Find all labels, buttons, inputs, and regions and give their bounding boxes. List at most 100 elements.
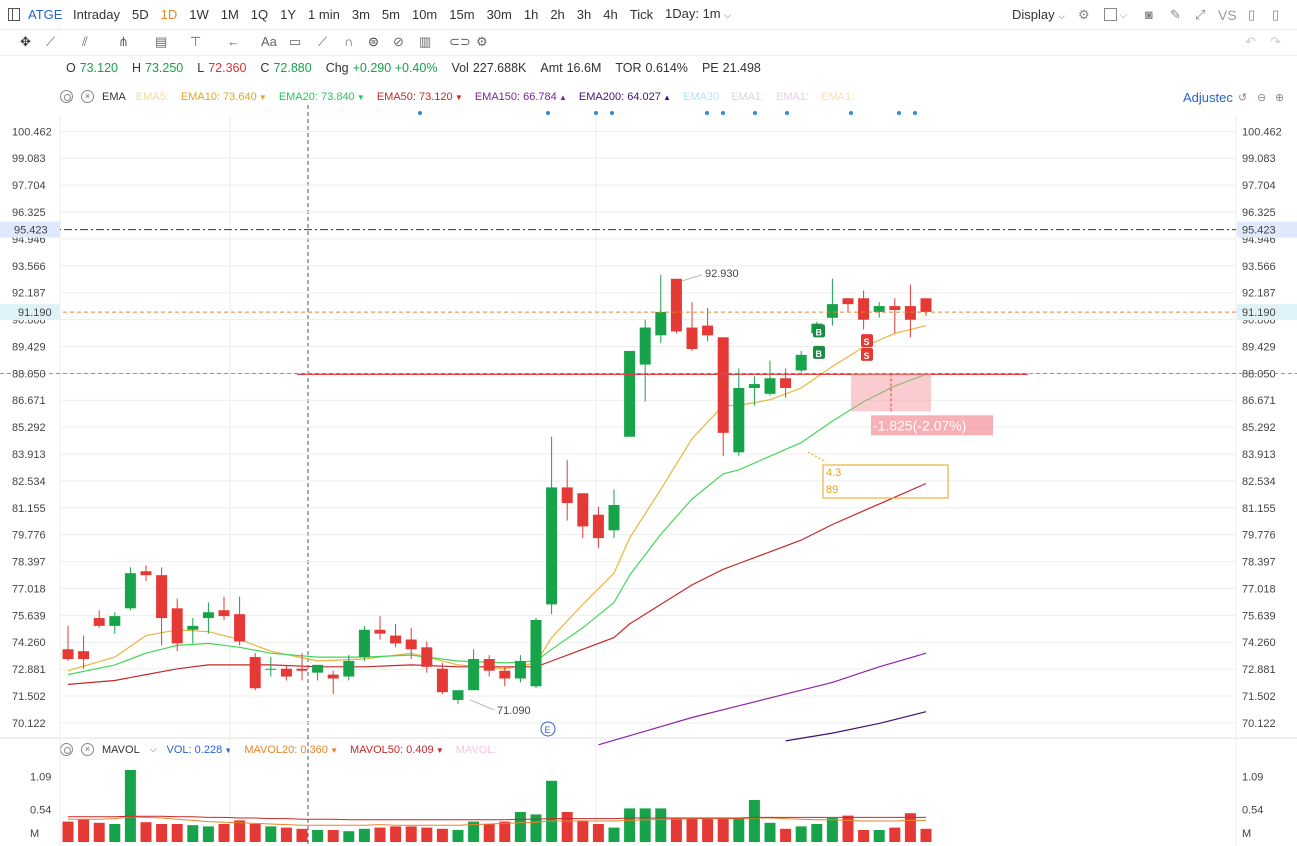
y-tick-label-left: 96.325 [12,207,46,219]
y-tick-label-right: 99.083 [1242,153,1276,165]
volume-bar [171,824,183,842]
volume-bar [530,814,542,842]
volume-bar [390,826,402,842]
volume-bar [670,818,682,842]
volume-bar [109,824,121,842]
y-tick-label-right: 85.292 [1242,422,1276,434]
volume-tick-label-left: 0.54 [30,805,51,817]
candle-body [312,664,324,673]
y-tick-label-right: 70.122 [1242,718,1276,730]
candle-body [670,278,682,332]
price-alert-label-left: 95.423 [14,225,48,237]
event-dot [610,111,614,115]
volume-bar [452,830,464,842]
volume-bar [842,815,854,842]
y-tick-label-right: 93.566 [1242,261,1276,273]
volume-bar [795,826,807,842]
candle-body [202,612,214,619]
candle-body [62,649,74,660]
y-tick-label-right: 77.018 [1242,583,1276,595]
candle-body [858,298,870,320]
candle-body [327,674,339,679]
info-box [822,464,949,499]
volume-bar [124,770,136,842]
candle-body [499,670,511,679]
y-tick-label-left: 83.913 [12,449,46,461]
y-tick-label-right: 74.260 [1242,637,1276,649]
volume-bar [483,824,495,842]
volume-bar [702,818,714,842]
volume-bar [312,830,324,842]
candle-body [343,660,355,677]
candle-body [842,298,854,305]
y-tick-label-right: 97.704 [1242,180,1276,192]
candle-body [421,647,433,667]
price-chart[interactable]: 100.462 100.462 99.083 99.083 97.704 97.704 96… [0,0,1297,846]
volume-bars [62,770,932,842]
candle-body [686,327,698,349]
volume-bar [639,808,651,842]
volume-bar [265,826,277,842]
mavol20-line [68,816,926,826]
volume-bar [436,828,448,842]
volume-bar [748,800,760,842]
event-dot [705,111,709,115]
y-tick-label-left: 75.639 [12,610,46,622]
candle-body [639,327,651,365]
candle-body [93,618,105,626]
y-tick-label-left: 78.397 [12,557,46,569]
y-tick-label-right: 79.776 [1242,530,1276,542]
y-tick-label-left: 70.122 [12,718,46,730]
volume-bar [187,825,199,842]
last-price-label-left: 91.190 [18,307,52,319]
y-tick-label-right: 92.187 [1242,288,1276,300]
volume-bar [717,818,729,842]
y-tick-label-right: 78.397 [1242,557,1276,569]
volume-tick-label-right: M [1242,828,1251,840]
candle-body [592,514,604,539]
y-tick-label-left: 79.776 [12,530,46,542]
candle-body [873,306,885,312]
y-tick-label-left: 99.083 [12,153,46,165]
candle-body [826,304,838,318]
y-tick-label-right: 86.671 [1242,395,1276,407]
high-leader-line [681,274,703,282]
volume-bar [889,827,901,842]
y-tick-label-left: 92.187 [12,288,46,300]
event-dot [546,111,550,115]
candle-body [889,306,901,310]
y-tick-label-left: 77.018 [12,583,46,595]
volume-bar [858,830,870,842]
y-tick-label-left: 82.534 [12,476,46,488]
volume-bar [624,808,636,842]
y-tick-label-left: 74.260 [12,637,46,649]
price-alert-label-right: 95.423 [1242,225,1276,237]
event-dot [913,111,917,115]
y-tick-label-right: 96.325 [1242,207,1276,219]
volume-bar [608,827,620,842]
y-tick-label-right: 100.462 [1242,126,1282,138]
candle-body [733,387,745,453]
volume-tick-label-left: M [30,828,39,840]
volume-bar [592,824,604,842]
candle-body [483,659,495,671]
candle-body [78,651,90,660]
ema-line-ema50 [67,482,927,685]
ema-line-ema10 [67,325,927,672]
price-axis: 100.462 100.462 99.083 99.083 97.704 97.704 96… [12,126,1282,840]
candle-body [109,616,121,626]
y-tick-label-right: 71.502 [1242,691,1276,703]
candle-body [577,493,589,527]
candle-body [530,620,542,687]
info-box-line1: 4.3 [826,467,841,479]
event-dot [785,111,789,115]
y-tick-label-left: 72.881 [12,664,46,676]
candle-body [764,378,776,394]
candlesticks [62,274,932,704]
y-tick-label-right: 89.429 [1242,341,1276,353]
y-tick-label-right: 88.050 [1242,368,1276,380]
volume-tick-label-right: 1.09 [1242,772,1263,784]
candle-body [514,660,526,679]
measure-label: -1.825(-2.07%) [873,417,966,433]
volume-bar [156,824,168,842]
